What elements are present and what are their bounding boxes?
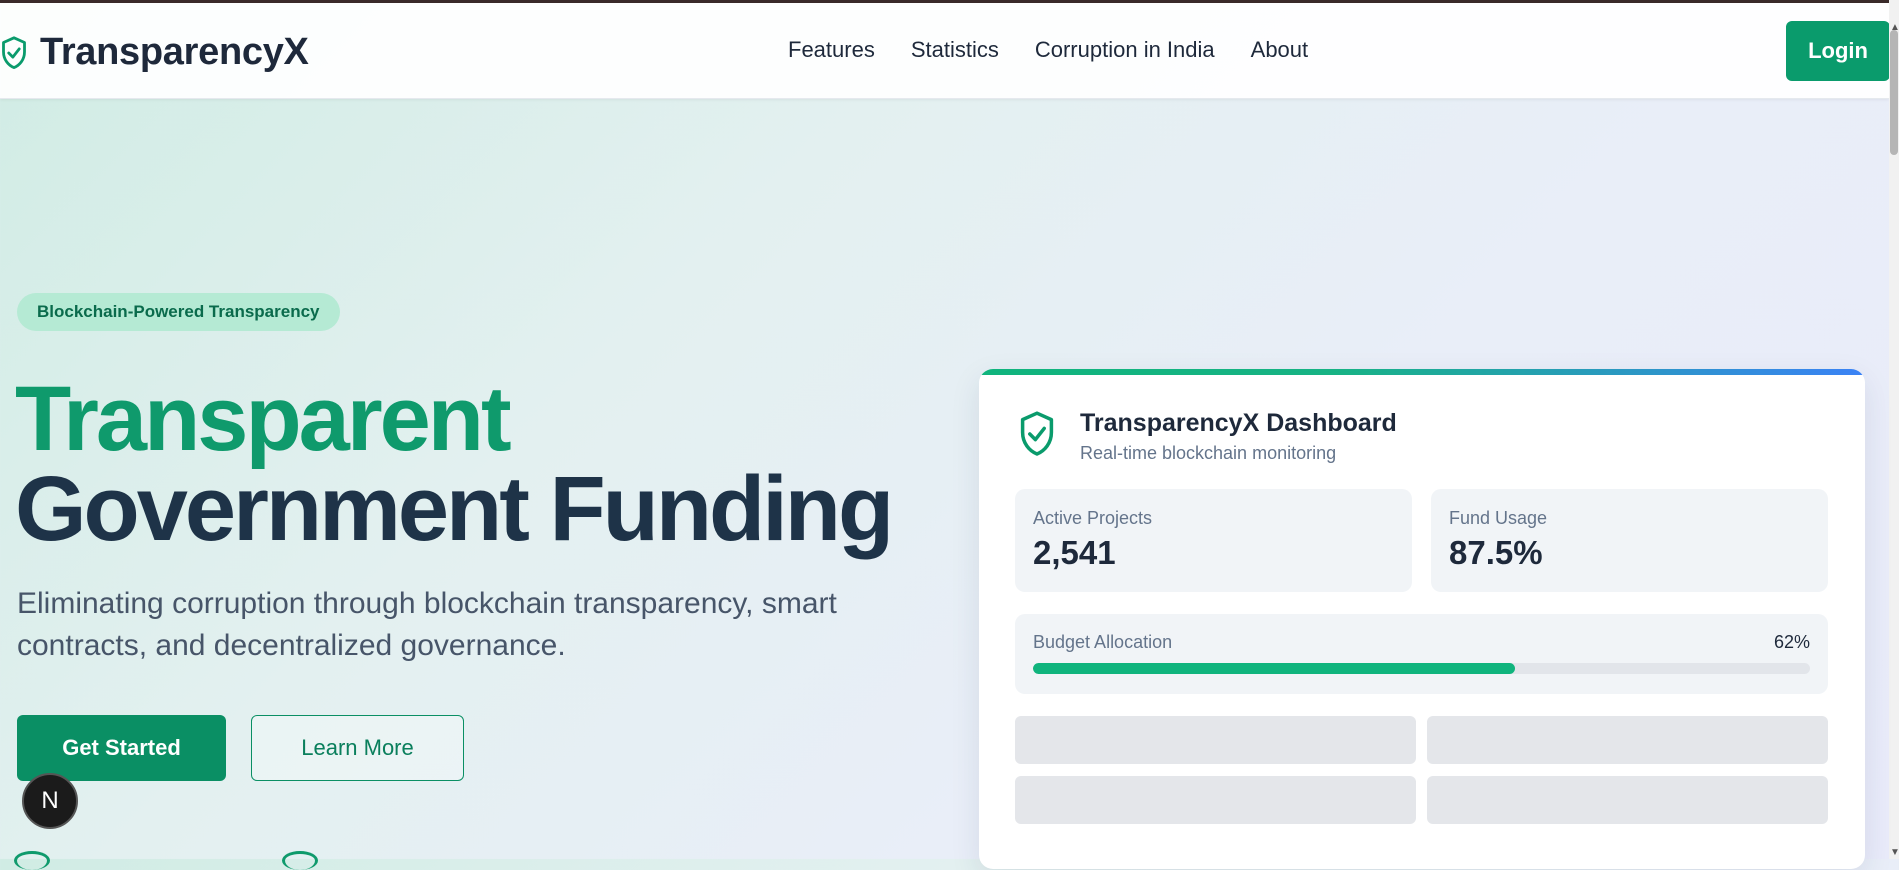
nav-link-statistics[interactable]: Statistics (911, 37, 999, 63)
stat-label: Fund Usage (1449, 508, 1548, 528)
partial-feature-icon (14, 851, 50, 870)
stat-value: 2,541 (1033, 534, 1116, 571)
nav-link-corruption-in-india[interactable]: Corruption in India (1035, 37, 1215, 63)
page-scrollbar[interactable]: ▲ ▼ (1889, 0, 1899, 859)
stat-active-projects: Active Projects 2,541 (1015, 489, 1412, 592)
nav-link-features[interactable]: Features (788, 37, 875, 63)
brand-name: TransparencyX (40, 31, 309, 73)
budget-allocation: Budget Allocation 62% (1015, 614, 1828, 694)
stat-label: Active Projects (1033, 508, 1153, 528)
budget-percent: 62% (1773, 632, 1810, 652)
learn-more-button[interactable]: Learn More (251, 715, 464, 781)
scrollbar-thumb[interactable] (1890, 30, 1898, 155)
budget-progress-track (1033, 663, 1810, 674)
navbar: TransparencyX Features Statistics Corrup… (0, 3, 1890, 99)
shield-check-icon (1020, 411, 1054, 456)
dashboard-subtitle: Real-time blockchain monitoring (1080, 443, 1337, 463)
shield-check-icon (2, 35, 26, 69)
skeleton-placeholder (1015, 776, 1416, 824)
get-started-button[interactable]: Get Started (17, 715, 226, 781)
skeleton-placeholder (1015, 716, 1416, 764)
scroll-down-arrow-icon[interactable]: ▼ (1890, 848, 1899, 858)
budget-progress-fill (1033, 663, 1515, 674)
main-nav: Features Statistics Corruption in India … (788, 37, 1308, 63)
budget-label: Budget Allocation (1033, 632, 1173, 652)
dashboard-title: TransparencyX Dashboard (1080, 409, 1397, 437)
dev-tools-badge[interactable]: N (22, 773, 78, 829)
login-button[interactable]: Login (1786, 21, 1890, 81)
partial-feature-icon (282, 851, 318, 870)
hero-badge: Blockchain-Powered Transparency (17, 293, 340, 331)
nav-link-about[interactable]: About (1251, 37, 1309, 63)
stat-value: 87.5% (1449, 534, 1543, 571)
brand-logo[interactable]: TransparencyX (0, 31, 309, 74)
hero-title-line2: Government Funding (15, 458, 894, 560)
hero-subtitle: Eliminating corruption through blockchai… (17, 587, 837, 662)
hero-title-line1: Transparent (15, 368, 512, 470)
skeleton-placeholder (1427, 776, 1828, 824)
dashboard-card: TransparencyX Dashboard Real-time blockc… (979, 369, 1865, 869)
skeleton-placeholder (1427, 716, 1828, 764)
hero-title: Transparent Government Funding (15, 368, 894, 560)
card-accent-bar (979, 369, 1865, 375)
stat-fund-usage: Fund Usage 87.5% (1431, 489, 1828, 592)
